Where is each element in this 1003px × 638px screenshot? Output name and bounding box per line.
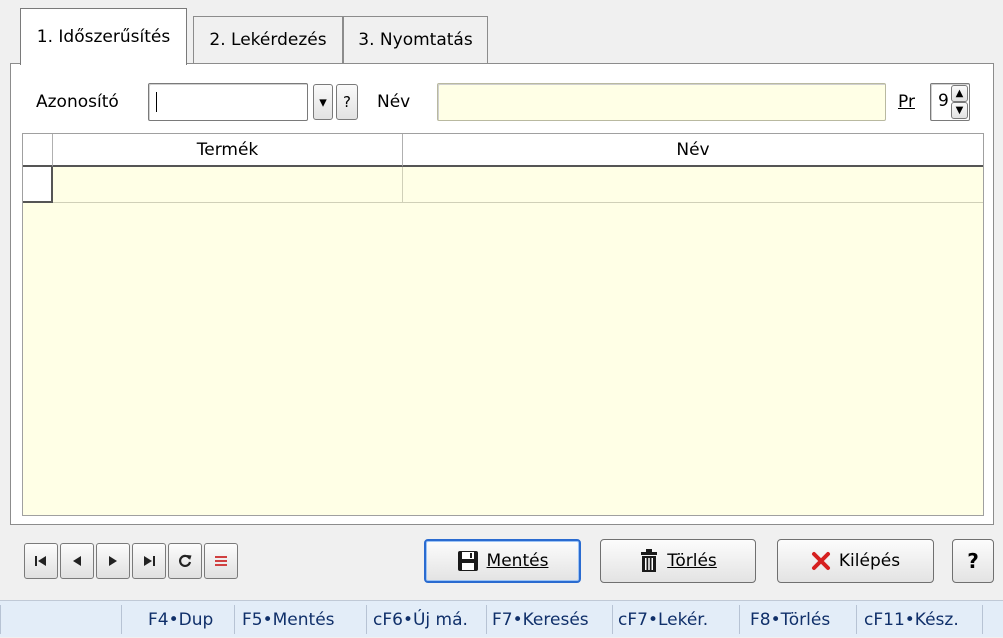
azonosito-input[interactable] (148, 83, 308, 121)
text-cursor (156, 92, 157, 112)
table-cell-termek[interactable] (53, 167, 403, 203)
next-icon (109, 556, 117, 566)
list-button[interactable] (204, 543, 238, 579)
shortcut-f4-dup[interactable]: F4•Dup (146, 601, 215, 638)
close-x-icon (811, 552, 830, 570)
azonosito-dropdown-button[interactable]: ▾ (313, 84, 333, 120)
question-icon: ? (967, 549, 979, 573)
last-icon (144, 556, 155, 566)
exit-button[interactable]: Kilépés (777, 539, 934, 583)
last-record-button[interactable] (132, 543, 166, 579)
nev-input[interactable] (437, 83, 886, 121)
pr-value: 9 (938, 91, 949, 111)
tab-lekerdezes[interactable]: 2. Lekérdezés (193, 16, 343, 63)
grid-corner (23, 134, 53, 167)
delete-label: Törlés (667, 551, 717, 571)
table-cell-nev[interactable] (403, 167, 983, 203)
pr-label: Pr (898, 92, 915, 112)
shortcut-f5-mentes[interactable]: F5•Mentés (240, 601, 337, 638)
list-icon (215, 556, 227, 566)
column-header-termek[interactable]: Termék (53, 134, 403, 167)
tab-nyomtatas[interactable]: 3. Nyomtatás (343, 16, 488, 63)
previous-icon (73, 556, 81, 566)
shortcut-f7-kereses[interactable]: F7•Keresés (490, 601, 591, 638)
pr-spinner[interactable]: 9 ▲ ▼ (930, 83, 970, 121)
status-bar: F4•Dup F5•Mentés cF6•Új má. F7•Keresés c… (0, 600, 1003, 637)
chevron-down-icon: ▾ (319, 93, 327, 111)
first-icon (35, 556, 46, 566)
shortcut-cf6-uj[interactable]: cF6•Új má. (371, 601, 470, 638)
shortcut-cf7-lekerdezes[interactable]: cF7•Lekér. (616, 601, 710, 638)
tab-idoszerusites-active[interactable]: 1. Időszerűsítés (20, 8, 187, 65)
first-record-button[interactable] (24, 543, 58, 579)
azonosito-label: Azonosító (36, 92, 119, 112)
previous-record-button[interactable] (60, 543, 94, 579)
row-indicator[interactable] (23, 167, 53, 203)
nev-label: Név (377, 92, 411, 112)
refresh-button[interactable] (168, 543, 202, 579)
help-button[interactable]: ? (952, 539, 994, 583)
column-header-nev[interactable]: Név (403, 134, 983, 167)
question-icon: ? (343, 93, 351, 111)
azonosito-help-button[interactable]: ? (336, 84, 358, 120)
caret-up-icon: ▲ (955, 88, 964, 99)
save-button[interactable]: Mentés (424, 539, 581, 583)
next-record-button[interactable] (96, 543, 130, 579)
shortcut-f8-torles[interactable]: F8•Törlés (748, 601, 832, 638)
save-label: Mentés (486, 551, 549, 571)
spinner-down-button[interactable]: ▼ (951, 102, 968, 119)
refresh-icon (179, 554, 192, 567)
shortcut-cf11-kesz[interactable]: cF11•Kész. (862, 601, 961, 638)
spinner-up-button[interactable]: ▲ (951, 85, 968, 102)
caret-down-icon: ▼ (955, 105, 964, 116)
trash-icon (641, 549, 658, 572)
delete-button[interactable]: Törlés (600, 539, 756, 583)
data-grid[interactable]: Termék Név (22, 133, 984, 516)
floppy-disk-icon (457, 551, 478, 571)
exit-label: Kilépés (838, 551, 901, 571)
